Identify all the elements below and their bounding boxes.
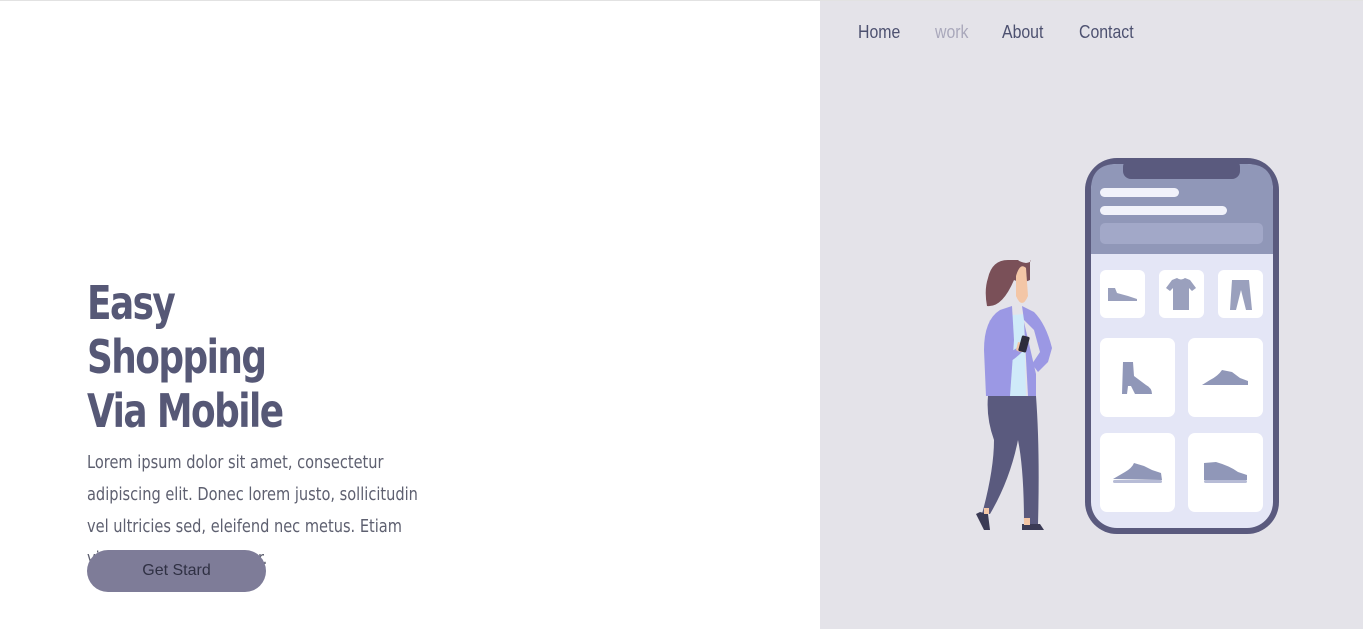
hero-title: Easy Shopping Via Mobile — [87, 276, 284, 438]
hero-title-line-2: Shopping — [87, 330, 267, 384]
nav-item-about[interactable]: About — [1002, 22, 1043, 43]
main-nav: Home work About Contact — [858, 19, 1141, 45]
nav-item-home[interactable]: Home — [858, 22, 900, 43]
phone-notch — [1123, 159, 1240, 179]
woman-with-phone — [976, 260, 1052, 530]
hero-title-line-1: Easy — [87, 276, 176, 330]
get-started-button[interactable]: Get Stard — [87, 550, 266, 592]
smartphone-illustration — [1085, 158, 1279, 534]
nav-item-work[interactable]: work — [935, 22, 968, 43]
shopping-illustration — [976, 158, 1279, 534]
hero-title-line-3: Via Mobile — [87, 384, 284, 438]
nav-item-contact[interactable]: Contact — [1079, 22, 1134, 43]
